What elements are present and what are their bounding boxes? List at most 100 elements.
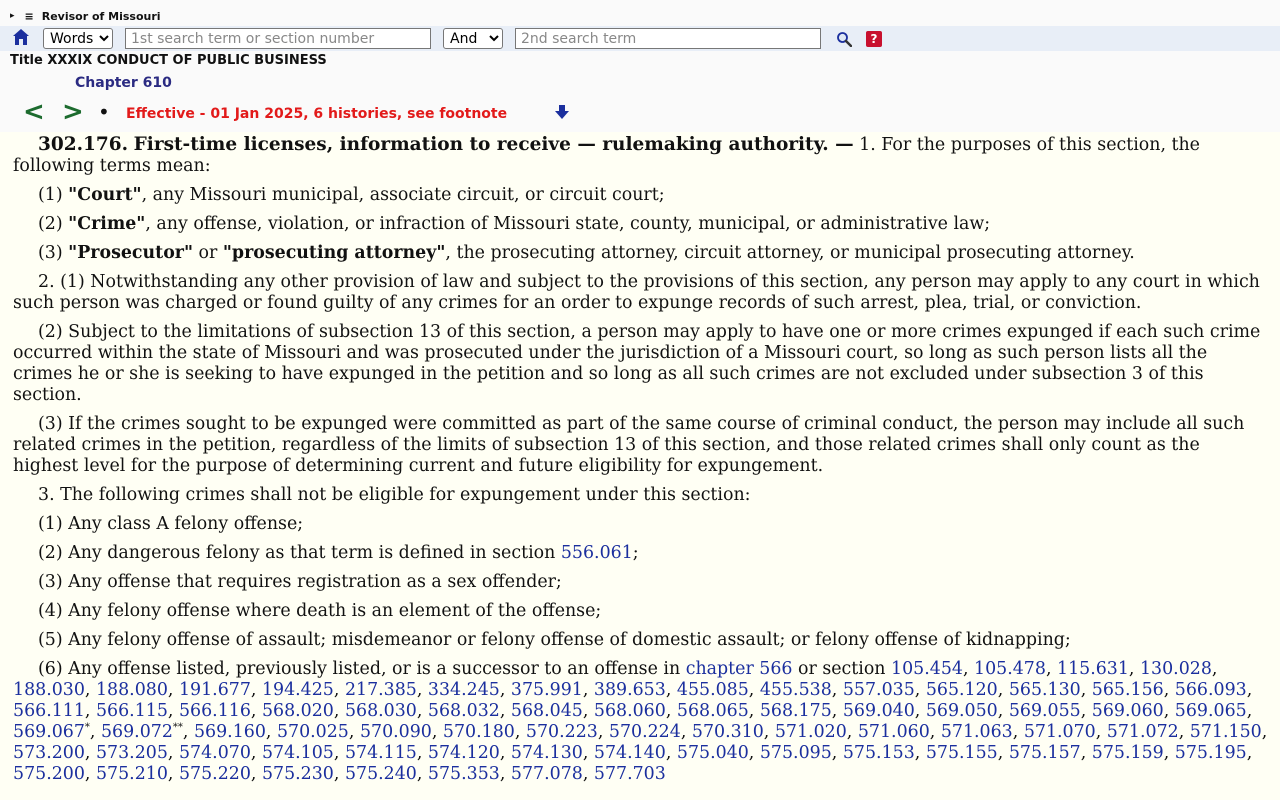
section-link[interactable]: 105.454 bbox=[891, 659, 963, 679]
section-link[interactable]: 566.093 bbox=[1175, 680, 1247, 700]
section-link[interactable]: 568.045 bbox=[511, 701, 583, 721]
section-link[interactable]: 573.205 bbox=[96, 743, 168, 763]
definition-term: "Prosecutor" bbox=[68, 243, 194, 263]
section-link[interactable]: 569.067 bbox=[13, 722, 85, 742]
section-link[interactable]: 455.085 bbox=[677, 680, 749, 700]
section-link[interactable]: 115.631 bbox=[1057, 659, 1129, 679]
section-link[interactable]: 575.210 bbox=[96, 764, 168, 784]
arrow-down-icon[interactable] bbox=[554, 104, 570, 120]
section-link[interactable]: 188.030 bbox=[13, 680, 85, 700]
section-link[interactable]: 375.991 bbox=[511, 680, 583, 700]
chapter-breadcrumb[interactable]: Chapter 610 bbox=[75, 75, 172, 91]
section-link[interactable]: 569.050 bbox=[926, 701, 998, 721]
section-link[interactable]: 573.200 bbox=[13, 743, 85, 763]
section-link[interactable]: 571.150 bbox=[1190, 722, 1262, 742]
section-link[interactable]: 188.080 bbox=[96, 680, 168, 700]
section-link[interactable]: 575.155 bbox=[926, 743, 998, 763]
section-link[interactable]: 191.677 bbox=[179, 680, 251, 700]
second-search-term-input[interactable] bbox=[515, 28, 821, 49]
list-item: (5) Any felony offense of assault; misde… bbox=[38, 630, 1071, 650]
title-breadcrumb[interactable]: Title XXXIX CONDUCT OF PUBLIC BUSINESS bbox=[10, 53, 327, 68]
section-link[interactable]: 569.040 bbox=[843, 701, 915, 721]
section-link[interactable]: 455.538 bbox=[760, 680, 832, 700]
section-link[interactable]: 569.160 bbox=[194, 722, 266, 742]
section-link[interactable]: 571.060 bbox=[858, 722, 930, 742]
section-link[interactable]: 568.032 bbox=[428, 701, 500, 721]
section-link[interactable]: 574.140 bbox=[594, 743, 666, 763]
home-icon[interactable] bbox=[12, 28, 30, 46]
search-icon[interactable] bbox=[836, 31, 852, 47]
section-link[interactable]: 570.090 bbox=[360, 722, 432, 742]
section-link[interactable]: 577.078 bbox=[511, 764, 583, 784]
menu-icon[interactable]: ≡ bbox=[25, 10, 34, 23]
section-link[interactable]: 194.425 bbox=[262, 680, 334, 700]
section-link[interactable]: 577.703 bbox=[594, 764, 666, 784]
section-link[interactable]: 569.060 bbox=[1092, 701, 1164, 721]
section-link[interactable]: 570.310 bbox=[692, 722, 764, 742]
section-link[interactable]: 574.070 bbox=[179, 743, 251, 763]
section-link[interactable]: 574.105 bbox=[262, 743, 334, 763]
list-item: (4) Any felony offense where death is an… bbox=[38, 601, 602, 621]
section-link[interactable]: 568.175 bbox=[760, 701, 832, 721]
section-link[interactable]: 575.040 bbox=[677, 743, 749, 763]
section-link[interactable]: 565.156 bbox=[1092, 680, 1164, 700]
list-item-text: (2) Any dangerous felony as that term is… bbox=[38, 543, 561, 563]
section-link[interactable]: 571.063 bbox=[941, 722, 1013, 742]
section-link[interactable]: 575.095 bbox=[760, 743, 832, 763]
help-icon[interactable]: ? bbox=[866, 31, 882, 47]
next-section-button[interactable]: > bbox=[62, 97, 84, 127]
section-link[interactable]: 334.245 bbox=[428, 680, 500, 700]
section-link[interactable]: 565.130 bbox=[1009, 680, 1081, 700]
section-link[interactable]: 568.020 bbox=[262, 701, 334, 721]
section-link[interactable]: 571.070 bbox=[1024, 722, 1096, 742]
section-link[interactable]: 568.060 bbox=[594, 701, 666, 721]
previous-section-button[interactable]: < bbox=[23, 97, 45, 127]
section-link[interactable]: 574.120 bbox=[428, 743, 500, 763]
section-link[interactable]: 565.120 bbox=[926, 680, 998, 700]
section-link[interactable]: 569.055 bbox=[1009, 701, 1081, 721]
section-link[interactable]: 568.030 bbox=[345, 701, 417, 721]
section-link[interactable]: 557.035 bbox=[843, 680, 915, 700]
search-mode-select[interactable]: Words bbox=[43, 28, 113, 49]
boolean-operator-select[interactable]: And bbox=[443, 28, 503, 49]
definition-item: (1) "Court", any Missouri municipal, ass… bbox=[13, 185, 1268, 206]
section-link[interactable]: 575.220 bbox=[179, 764, 251, 784]
effective-date-link[interactable]: Effective - 01 Jan 2025, 6 histories, se… bbox=[126, 106, 507, 122]
section-link[interactable]: 569.072 bbox=[101, 722, 173, 742]
section-link[interactable]: 566.116 bbox=[179, 701, 251, 721]
section-link[interactable]: 566.115 bbox=[96, 701, 168, 721]
section-link[interactable]: 570.223 bbox=[526, 722, 598, 742]
site-title[interactable]: Revisor of Missouri bbox=[42, 10, 161, 23]
section-link[interactable]: 568.065 bbox=[677, 701, 749, 721]
definition-text: , any Missouri municipal, associate circ… bbox=[141, 185, 665, 205]
section-link[interactable]: 575.153 bbox=[843, 743, 915, 763]
section-link[interactable]: 574.115 bbox=[345, 743, 417, 763]
section-link[interactable]: 575.230 bbox=[262, 764, 334, 784]
section-link[interactable]: 217.385 bbox=[345, 680, 417, 700]
definition-connector: or bbox=[193, 243, 223, 263]
section-link[interactable]: 569.065 bbox=[1175, 701, 1247, 721]
first-search-term-input[interactable] bbox=[125, 28, 431, 49]
list-item-end: ; bbox=[632, 543, 639, 563]
chapter-link[interactable]: chapter 566 bbox=[686, 659, 793, 679]
expand-icon[interactable]: ▸ bbox=[10, 11, 15, 21]
section-link[interactable]: 130.028 bbox=[1140, 659, 1212, 679]
section-link[interactable]: 575.157 bbox=[1009, 743, 1081, 763]
section-link[interactable]: 105.478 bbox=[974, 659, 1046, 679]
section-link[interactable]: 574.130 bbox=[511, 743, 583, 763]
section-link[interactable]: 570.180 bbox=[443, 722, 515, 742]
section-link[interactable]: 571.072 bbox=[1107, 722, 1179, 742]
section-link[interactable]: 570.025 bbox=[277, 722, 349, 742]
section-link[interactable]: 570.224 bbox=[609, 722, 681, 742]
section-link[interactable]: 575.159 bbox=[1092, 743, 1164, 763]
section-link[interactable]: 575.200 bbox=[13, 764, 85, 784]
section-link[interactable]: 575.195 bbox=[1175, 743, 1247, 763]
section-link[interactable]: 575.353 bbox=[428, 764, 500, 784]
section-link[interactable]: 389.653 bbox=[594, 680, 666, 700]
subsection-paragraph: (3) If the crimes sought to be expunged … bbox=[13, 414, 1245, 476]
section-link[interactable]: 571.020 bbox=[775, 722, 847, 742]
section-link[interactable]: 575.240 bbox=[345, 764, 417, 784]
list-item: (2) Any dangerous felony as that term is… bbox=[13, 543, 1268, 564]
section-link[interactable]: 556.061 bbox=[561, 543, 633, 563]
section-link[interactable]: 566.111 bbox=[13, 701, 85, 721]
